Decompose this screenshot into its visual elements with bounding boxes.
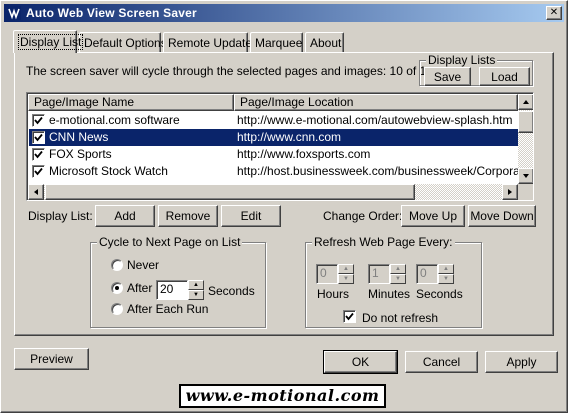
after-each-run-radio[interactable] bbox=[111, 303, 123, 315]
close-button[interactable]: ✕ bbox=[546, 6, 562, 20]
row-name: CNN News bbox=[49, 130, 109, 144]
change-order-label: Change Order: bbox=[323, 209, 403, 223]
vertical-scrollbar-thumb[interactable] bbox=[518, 111, 533, 133]
hours-label: Hours bbox=[317, 287, 350, 301]
arrow-down-icon bbox=[523, 174, 529, 178]
after-each-run-label[interactable]: After Each Run bbox=[127, 302, 208, 316]
row-name: Microsoft Stock Watch bbox=[49, 164, 168, 178]
list-item[interactable]: e-motional.com software http://www.e-mot… bbox=[29, 112, 519, 129]
minutes-label: Minutes bbox=[368, 287, 411, 301]
tab-label: Marquee bbox=[255, 36, 303, 50]
row-location: http://www.foxsports.com bbox=[237, 147, 371, 161]
display-list-label: Display List: bbox=[28, 209, 93, 223]
never-label[interactable]: Never bbox=[127, 258, 159, 272]
screen-saver-window: Auto Web View Screen Saver ✕ Display Lis… bbox=[0, 0, 568, 413]
spin-down-icon[interactable]: ▼ bbox=[390, 274, 406, 284]
scrollbar-corner bbox=[518, 184, 533, 200]
after-seconds-spinner[interactable]: ▲ ▼ bbox=[188, 280, 204, 300]
checkmark-icon bbox=[34, 133, 43, 142]
move-up-button[interactable]: Move Up bbox=[401, 205, 465, 227]
list-item[interactable]: CNN News http://www.cnn.com bbox=[29, 129, 519, 146]
column-header-location[interactable]: Page/Image Location bbox=[234, 94, 518, 111]
ok-button[interactable]: OK bbox=[323, 350, 398, 374]
horizontal-scrollbar-thumb[interactable] bbox=[45, 184, 415, 200]
checkmark-icon bbox=[34, 116, 43, 125]
tab-default-options[interactable]: Default Options bbox=[79, 32, 167, 52]
do-not-refresh-label[interactable]: Do not refresh bbox=[362, 311, 438, 325]
apply-button[interactable]: Apply bbox=[485, 351, 558, 373]
column-header-name[interactable]: Page/Image Name bbox=[28, 94, 234, 111]
tab-marquee[interactable]: Marquee bbox=[250, 32, 303, 52]
arrow-right-icon bbox=[508, 189, 512, 195]
row-location: http://host.businessweek.com/businesswee… bbox=[237, 164, 534, 178]
after-seconds-label: Seconds bbox=[208, 284, 255, 298]
remove-button[interactable]: Remove bbox=[158, 205, 218, 227]
spin-down-icon[interactable]: ▼ bbox=[338, 274, 354, 284]
app-icon bbox=[7, 6, 21, 20]
cycle-legend: Cycle to Next Page on List bbox=[97, 235, 243, 249]
spin-up-icon[interactable]: ▲ bbox=[188, 280, 204, 290]
arrow-left-icon bbox=[34, 189, 38, 195]
tab-remote-update[interactable]: Remote Update bbox=[163, 32, 252, 52]
edit-button[interactable]: Edit bbox=[221, 205, 281, 227]
load-list-button[interactable]: Load bbox=[479, 67, 530, 86]
refresh-seconds-input[interactable]: 0 bbox=[416, 264, 438, 284]
row-name: FOX Sports bbox=[49, 147, 112, 161]
display-lists-legend: Display Lists bbox=[426, 53, 498, 67]
window-title: Auto Web View Screen Saver bbox=[26, 6, 197, 20]
tab-display-list[interactable]: Display List bbox=[13, 30, 84, 53]
list-item[interactable]: Microsoft Stock Watch http://host.busine… bbox=[29, 163, 533, 180]
scroll-down-button[interactable] bbox=[518, 168, 533, 184]
add-button[interactable]: Add bbox=[95, 205, 155, 227]
tab-label: Remote Update bbox=[168, 36, 253, 50]
spin-down-icon[interactable]: ▼ bbox=[438, 274, 454, 284]
tab-about[interactable]: About bbox=[305, 32, 344, 52]
row-location: http://www.cnn.com bbox=[237, 130, 342, 144]
after-radio[interactable] bbox=[111, 282, 123, 294]
website-banner[interactable]: www.e-motional.com bbox=[179, 384, 386, 408]
tab-label: Display List bbox=[18, 34, 84, 50]
after-seconds-input[interactable]: 20 bbox=[156, 280, 188, 300]
page-list-view[interactable]: Page/Image Name Page/Image Location e-mo… bbox=[26, 92, 534, 201]
never-radio[interactable] bbox=[111, 259, 123, 271]
save-list-button[interactable]: Save bbox=[424, 67, 471, 86]
row-location: http://www.e-motional.com/autowebview-sp… bbox=[237, 113, 513, 127]
row-name: e-motional.com software bbox=[49, 113, 180, 127]
tab-label: About bbox=[310, 36, 342, 50]
row-checkbox[interactable] bbox=[32, 148, 45, 161]
row-checkbox[interactable] bbox=[32, 114, 45, 127]
row-checkbox[interactable] bbox=[32, 131, 45, 144]
after-label[interactable]: After bbox=[127, 281, 152, 295]
tab-label: Default Options bbox=[84, 36, 167, 50]
spin-up-icon[interactable]: ▲ bbox=[338, 264, 354, 274]
scroll-right-button[interactable] bbox=[502, 184, 518, 200]
checkmark-icon bbox=[34, 167, 43, 176]
cancel-button[interactable]: Cancel bbox=[405, 351, 478, 373]
scroll-left-button[interactable] bbox=[28, 184, 44, 200]
refresh-seconds-spinner[interactable]: ▲ ▼ bbox=[438, 264, 454, 284]
hours-spinner[interactable]: ▲ ▼ bbox=[338, 264, 354, 284]
spin-up-icon[interactable]: ▲ bbox=[438, 264, 454, 274]
row-checkbox[interactable] bbox=[32, 165, 45, 178]
refresh-legend: Refresh Web Page Every: bbox=[312, 235, 455, 249]
do-not-refresh-checkbox[interactable] bbox=[343, 310, 356, 323]
hours-input[interactable]: 0 bbox=[316, 264, 338, 284]
cycle-status-text: The screen saver will cycle through the … bbox=[26, 64, 433, 78]
refresh-seconds-label: Seconds bbox=[416, 287, 463, 301]
checkmark-icon bbox=[34, 150, 43, 159]
spin-up-icon[interactable]: ▲ bbox=[390, 264, 406, 274]
preview-button[interactable]: Preview bbox=[14, 348, 89, 370]
list-item[interactable]: FOX Sports http://www.foxsports.com bbox=[29, 146, 519, 163]
title-bar[interactable]: Auto Web View Screen Saver ✕ bbox=[4, 4, 564, 22]
close-icon: ✕ bbox=[549, 7, 559, 18]
scroll-up-button[interactable] bbox=[518, 94, 533, 110]
minutes-spinner[interactable]: ▲ ▼ bbox=[390, 264, 406, 284]
checkmark-icon bbox=[345, 312, 354, 321]
spin-down-icon[interactable]: ▼ bbox=[188, 290, 204, 300]
minutes-input[interactable]: 1 bbox=[368, 264, 390, 284]
move-down-button[interactable]: Move Down bbox=[468, 205, 536, 227]
arrow-up-icon bbox=[523, 100, 529, 104]
